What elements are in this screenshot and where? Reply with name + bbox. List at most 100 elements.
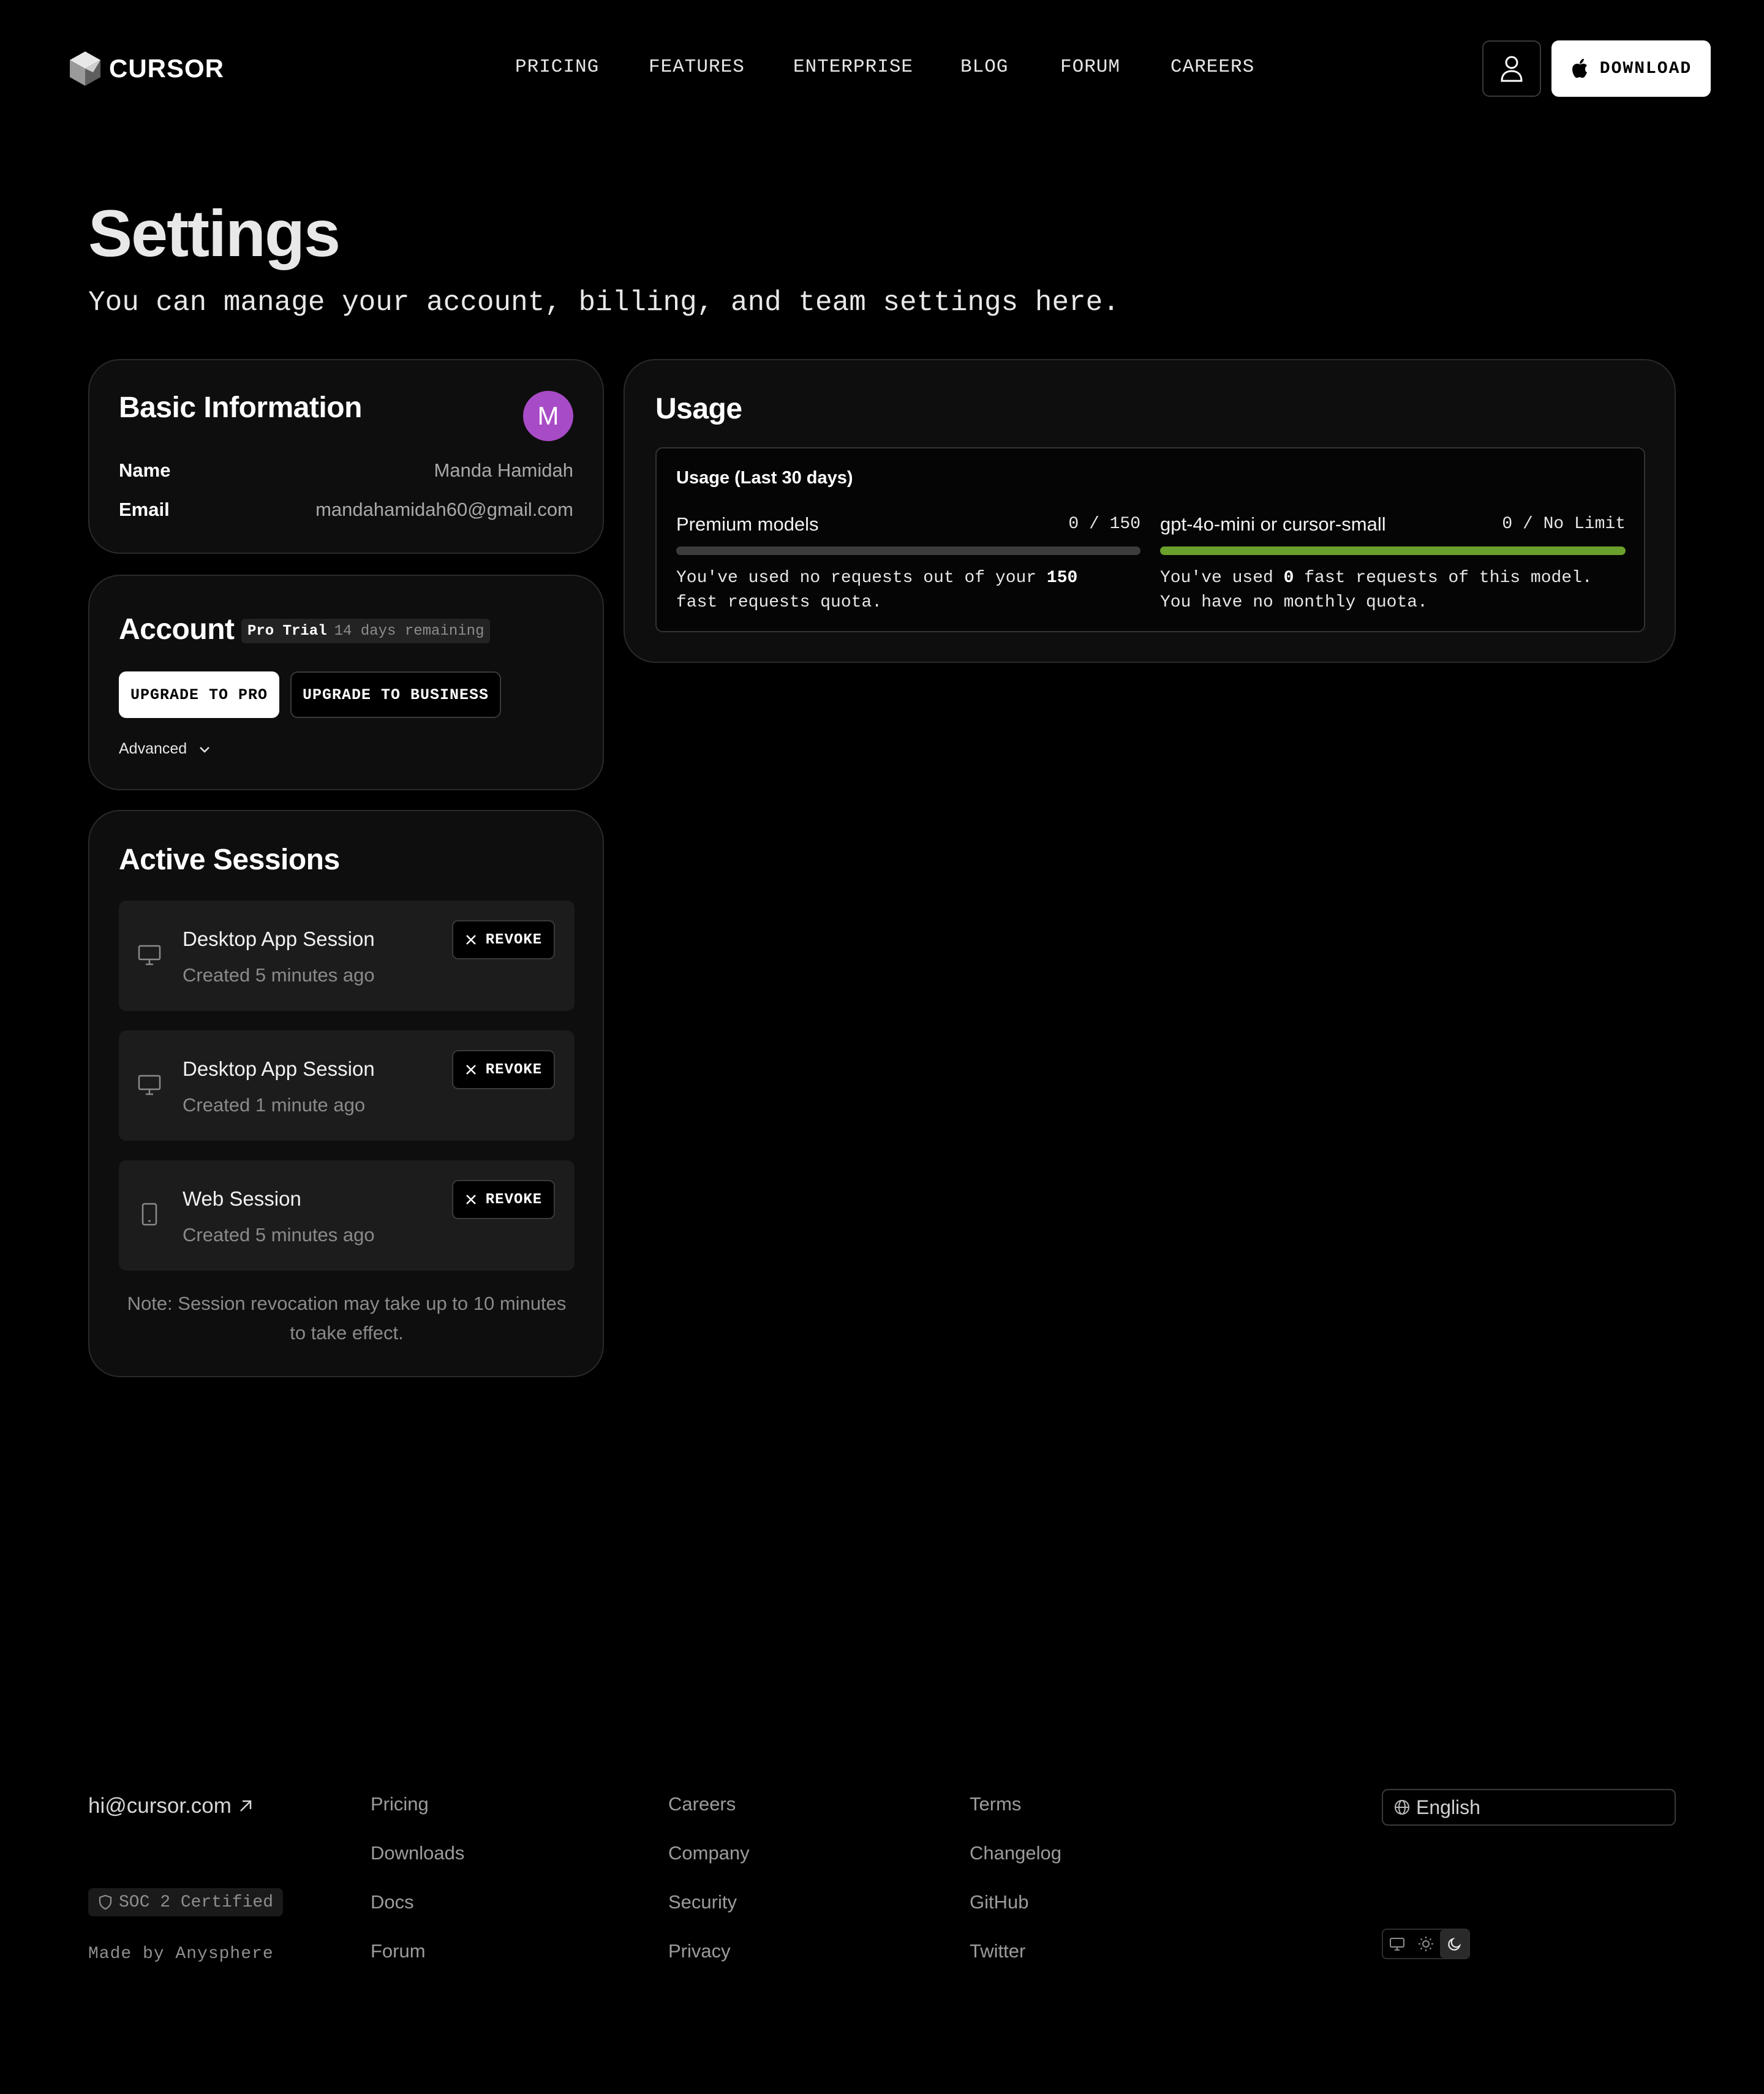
sun-icon	[1419, 1937, 1433, 1951]
session-name: Desktop App Session	[183, 928, 375, 950]
footer-column-company: Careers Company Security Privacy	[668, 1791, 750, 1987]
session-name: Desktop App Session	[183, 1057, 375, 1080]
session-revocation-note: Note: Session revocation may take up to …	[127, 1293, 567, 1344]
soc2-badge[interactable]: SOC 2 Certified	[88, 1888, 284, 1916]
small-desc-mid: fast requests of this model.	[1294, 569, 1593, 588]
premium-desc-prefix: You've used no requests out of your	[676, 569, 1047, 588]
footer-link-company[interactable]: Company	[668, 1840, 750, 1889]
download-button[interactable]: DOWNLOAD	[1551, 40, 1711, 97]
chevron-down-icon	[200, 746, 210, 753]
avatar: M	[523, 391, 573, 441]
footer-link-github[interactable]: GitHub	[970, 1889, 1061, 1938]
email-label: Email	[119, 499, 170, 520]
user-icon	[1501, 56, 1523, 82]
email-value: mandahamidah60@gmail.com	[315, 499, 573, 520]
language-value: English	[1416, 1796, 1480, 1818]
theme-system-button[interactable]	[1383, 1930, 1412, 1958]
apple-icon	[1572, 59, 1587, 78]
page-subtitle: You can manage your account, billing, an…	[88, 287, 1120, 319]
small-desc-prefix: You've used	[1160, 569, 1284, 588]
footer-link-pricing[interactable]: Pricing	[371, 1791, 464, 1840]
footer-link-terms[interactable]: Terms	[970, 1791, 1061, 1840]
footer-link-changelog[interactable]: Changelog	[970, 1840, 1061, 1889]
page-title: Settings	[88, 196, 341, 270]
small-used-value: 0	[1283, 569, 1294, 588]
tablet-icon	[141, 1203, 157, 1226]
premium-progress-bar	[676, 546, 1140, 555]
premium-quota-value: 150	[1046, 569, 1078, 588]
active-sessions-card: Active Sessions Desktop App Session Crea…	[88, 810, 604, 1377]
upgrade-to-business-button[interactable]: UPGRADE TO BUSINESS	[290, 671, 501, 718]
usage-period-label: Usage (Last 30 days)	[676, 468, 853, 488]
revoke-button[interactable]: REVOKE	[452, 1180, 555, 1219]
site-header: CURSOR PRICING FEATURES ENTERPRISE BLOG …	[0, 0, 1764, 137]
name-value: Manda Hamidah	[434, 459, 573, 481]
monitor-icon	[138, 945, 161, 966]
user-account-button[interactable]	[1482, 40, 1541, 97]
nav-blog[interactable]: BLOG	[960, 56, 1008, 78]
session-item: Desktop App Session Created 1 minute ago…	[119, 1030, 575, 1141]
session-name: Web Session	[183, 1187, 301, 1210]
language-select[interactable]: English	[1382, 1789, 1676, 1826]
session-item: Desktop App Session Created 5 minutes ag…	[119, 901, 575, 1011]
plan-remaining: 14 days remaining	[334, 622, 484, 640]
small-model-progress-bar	[1160, 546, 1626, 555]
usage-panel: Usage (Last 30 days) Premium models 0 / …	[655, 447, 1645, 632]
premium-usage-description: You've used no requests out of your 150 …	[676, 566, 1148, 615]
theme-light-button[interactable]	[1412, 1930, 1441, 1958]
small-model-count: 0 / No Limit	[1502, 515, 1626, 534]
footer-column-legal: Terms Changelog GitHub Twitter	[970, 1791, 1061, 1987]
footer-column-product: Pricing Downloads Docs Forum	[371, 1791, 464, 1987]
plan-badge: Pro Trial 14 days remaining	[241, 619, 491, 643]
footer-email-link[interactable]: hi@cursor.com	[88, 1794, 254, 1818]
session-created: Created 5 minutes ago	[183, 1224, 375, 1245]
download-label: DOWNLOAD	[1599, 59, 1692, 78]
upgrade-to-pro-button[interactable]: UPGRADE TO PRO	[119, 671, 279, 718]
session-created: Created 1 minute ago	[183, 1094, 366, 1116]
revoke-label: REVOKE	[485, 1061, 543, 1078]
session-created: Created 5 minutes ago	[183, 964, 375, 986]
moon-icon	[1447, 1937, 1461, 1951]
plan-name: Pro Trial	[247, 622, 327, 640]
soc2-label: SOC 2 Certified	[119, 1892, 274, 1912]
nav-pricing[interactable]: PRICING	[515, 56, 599, 78]
footer-link-downloads[interactable]: Downloads	[371, 1840, 464, 1889]
revoke-button[interactable]: REVOKE	[452, 1050, 555, 1089]
footer-link-twitter[interactable]: Twitter	[970, 1938, 1061, 1987]
revoke-label: REVOKE	[485, 1191, 543, 1208]
shield-icon	[99, 1894, 112, 1910]
footer-link-careers[interactable]: Careers	[668, 1791, 750, 1840]
arrow-up-right-icon	[240, 1800, 252, 1812]
session-item: Web Session Created 5 minutes ago REVOKE	[119, 1160, 575, 1271]
account-card: Account Pro Trial 14 days remaining UPGR…	[88, 575, 604, 790]
active-sessions-title: Active Sessions	[119, 844, 340, 876]
footer-link-forum[interactable]: Forum	[371, 1938, 464, 1987]
monitor-icon	[138, 1075, 161, 1095]
small-model-usage-description: You've used 0 fast requests of this mode…	[1160, 566, 1644, 615]
nav-careers[interactable]: CAREERS	[1170, 56, 1254, 78]
basic-information-title: Basic Information	[119, 391, 362, 424]
close-icon	[466, 1195, 476, 1204]
advanced-label: Advanced	[119, 740, 187, 757]
premium-models-count: 0 / 150	[1068, 515, 1140, 534]
close-icon	[466, 1065, 476, 1075]
footer-link-privacy[interactable]: Privacy	[668, 1938, 750, 1987]
name-label: Name	[119, 459, 171, 481]
nav-features[interactable]: FEATURES	[649, 56, 745, 78]
made-by-text: Made by Anysphere	[88, 1945, 274, 1964]
footer-link-security[interactable]: Security	[668, 1889, 750, 1938]
theme-dark-button[interactable]	[1440, 1930, 1469, 1958]
advanced-toggle[interactable]: Advanced	[119, 740, 211, 758]
small-desc-suffix: You have no monthly quota.	[1160, 593, 1428, 612]
close-icon	[466, 935, 476, 945]
nav-forum[interactable]: FORUM	[1060, 56, 1120, 78]
revoke-button[interactable]: REVOKE	[452, 920, 555, 959]
nav-enterprise[interactable]: ENTERPRISE	[793, 56, 913, 78]
usage-card: Usage Usage (Last 30 days) Premium model…	[624, 359, 1676, 663]
basic-information-card: Basic Information M Name Manda Hamidah E…	[88, 359, 604, 554]
premium-desc-suffix: fast requests quota.	[676, 593, 883, 612]
monitor-icon	[1390, 1938, 1405, 1951]
revoke-label: REVOKE	[485, 931, 543, 948]
footer-link-docs[interactable]: Docs	[371, 1889, 464, 1938]
account-title: Account	[119, 613, 235, 646]
